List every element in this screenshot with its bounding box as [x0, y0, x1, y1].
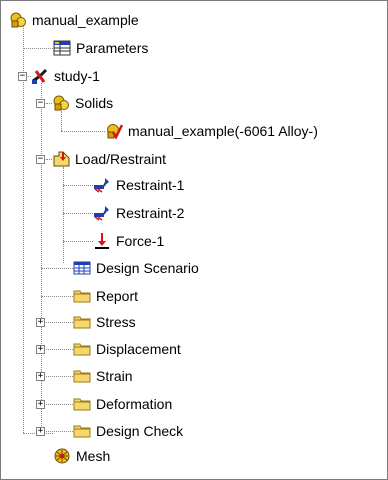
tree-item-stress[interactable]: Stress — [73, 310, 136, 334]
folder-icon — [73, 367, 91, 385]
tree-item-displacement[interactable]: Displacement — [73, 337, 181, 361]
tree-line — [46, 349, 73, 350]
load-restraint-label: Load/Restraint — [75, 151, 167, 167]
folder-icon — [73, 395, 91, 413]
tree-item-solids[interactable]: Solids — [52, 91, 113, 115]
restraint-icon — [93, 204, 111, 222]
tree-line — [23, 48, 53, 49]
stress-label: Stress — [96, 314, 136, 330]
parameters-icon — [53, 39, 71, 57]
stress-expand-toggle[interactable]: + — [36, 318, 45, 327]
force-icon — [93, 232, 111, 250]
tree-item-report[interactable]: Report — [73, 284, 138, 308]
tree-line — [23, 26, 24, 433]
tree-line — [63, 167, 64, 263]
tree-line — [61, 131, 105, 132]
study-label: study-1 — [54, 68, 100, 84]
solids-label: Solids — [75, 95, 114, 111]
design-check-label: Design Check — [96, 423, 184, 439]
tree-line — [46, 431, 73, 432]
load-restraint-icon — [52, 150, 70, 168]
tree-item-load-restraint[interactable]: Load/Restraint — [52, 147, 166, 171]
root-label: manual_example — [32, 12, 139, 28]
restraint-icon — [93, 176, 111, 194]
solids-icon — [52, 94, 70, 112]
displacement-expand-toggle[interactable]: + — [36, 345, 45, 354]
restraint-2-label: Restraint-2 — [116, 205, 185, 221]
tree-item-design-scenario[interactable]: Design Scenario — [73, 256, 199, 280]
mesh-label: Mesh — [76, 448, 111, 464]
tree-item-force-1[interactable]: Force-1 — [93, 229, 164, 253]
tree-item-restraint-1[interactable]: Restraint-1 — [93, 173, 184, 197]
design-check-expand-toggle[interactable]: + — [36, 427, 45, 436]
tree-line — [41, 268, 73, 269]
solids-collapse-toggle[interactable]: − — [36, 99, 45, 108]
tree-item-restraint-2[interactable]: Restraint-2 — [93, 201, 184, 225]
tree-line — [46, 404, 73, 405]
deformation-label: Deformation — [96, 396, 173, 412]
study-collapse-toggle[interactable]: − — [18, 72, 27, 81]
tree-line — [41, 296, 73, 297]
tree-item-study[interactable]: study-1 — [31, 64, 100, 88]
displacement-label: Displacement — [96, 341, 181, 357]
tree-line — [63, 213, 93, 214]
study-tree: − − − + + + + + manual_example Parameter… — [0, 0, 388, 480]
restraint-1-label: Restraint-1 — [116, 177, 185, 193]
design-scenario-icon — [73, 259, 91, 277]
tree-line — [63, 241, 93, 242]
parameters-label: Parameters — [76, 40, 149, 56]
folder-icon — [73, 340, 91, 358]
folder-icon — [73, 313, 91, 331]
tree-item-design-check[interactable]: Design Check — [73, 419, 183, 443]
tree-item-parameters[interactable]: Parameters — [53, 36, 148, 60]
folder-icon — [73, 287, 91, 305]
tree-item-strain[interactable]: Strain — [73, 364, 133, 388]
strain-label: Strain — [96, 368, 133, 384]
assembly-part-icon — [9, 11, 27, 29]
tree-item-root[interactable]: manual_example — [9, 8, 139, 32]
report-label: Report — [96, 288, 139, 304]
tree-line — [63, 185, 93, 186]
force-1-label: Force-1 — [116, 233, 165, 249]
solid-body-label: manual_example(-6061 Alloy-) — [128, 123, 318, 139]
tree-item-solid-body[interactable]: manual_example(-6061 Alloy-) — [105, 119, 318, 143]
tree-item-deformation[interactable]: Deformation — [73, 392, 172, 416]
strain-expand-toggle[interactable]: + — [36, 372, 45, 381]
mesh-icon — [53, 447, 71, 465]
deformation-expand-toggle[interactable]: + — [36, 400, 45, 409]
design-scenario-label: Design Scenario — [96, 260, 199, 276]
folder-icon — [73, 422, 91, 440]
tree-item-mesh[interactable]: Mesh — [53, 444, 110, 468]
tree-line — [46, 322, 73, 323]
solid-body-icon — [105, 122, 124, 140]
study-icon — [31, 67, 49, 85]
load-restraint-collapse-toggle[interactable]: − — [36, 155, 45, 164]
tree-line — [46, 376, 73, 377]
